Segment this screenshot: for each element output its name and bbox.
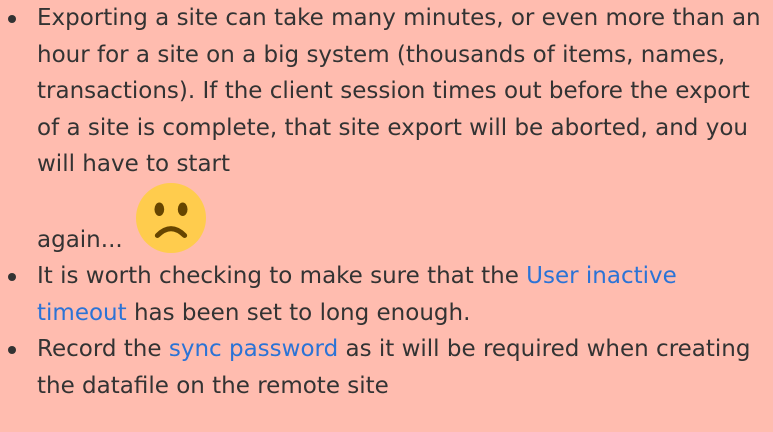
emoji-right-eye [177, 201, 188, 216]
emoji-face [136, 182, 207, 253]
list-item-sync-password: Record the sync password as it will be r… [0, 331, 763, 404]
emoji-left-eye [154, 201, 165, 216]
bullet-icon [8, 346, 16, 354]
list-item-inactive-timeout: It is worth checking to make sure that t… [0, 258, 763, 331]
inactive-timeout-after-text: has been set to long enough. [126, 299, 471, 326]
bullet-icon [8, 273, 16, 281]
again-text: again... [37, 226, 123, 253]
export-duration-text: Exporting a site can take many minutes, … [37, 5, 761, 177]
sad-face-icon [136, 182, 207, 253]
notes-list: Exporting a site can take many minutes, … [0, 0, 763, 404]
sync-password-before-text: Record the [37, 336, 169, 362]
bullet-icon [8, 15, 16, 23]
export-notice: Exporting a site can take many minutes, … [0, 0, 773, 432]
sync-password-link[interactable]: sync password [169, 336, 338, 362]
list-item-export-duration: Exporting a site can take many minutes, … [0, 0, 763, 258]
inactive-timeout-before-text: It is worth checking to make sure that t… [37, 263, 527, 289]
